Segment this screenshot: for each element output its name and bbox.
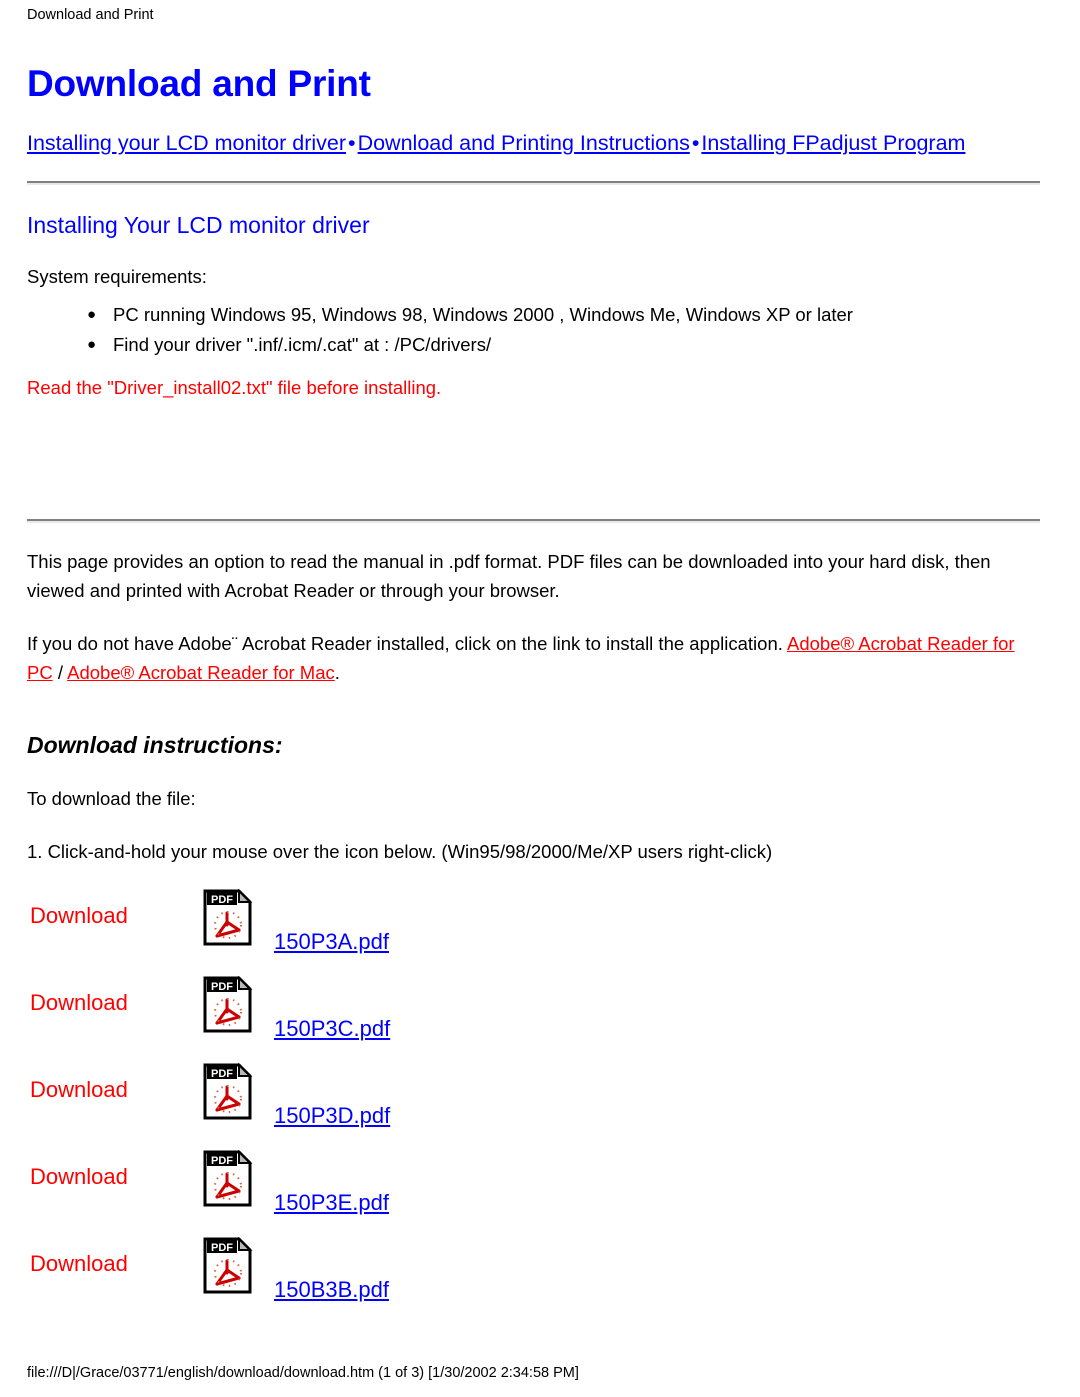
list-item: Find your driver ".inf/.icm/.cat" at : /…: [87, 330, 1042, 360]
nav-link-installing-driver[interactable]: Installing your LCD monitor driver: [27, 131, 346, 155]
nav-link-download-printing-instructions[interactable]: Download and Printing Instructions: [358, 131, 690, 155]
driver-install-warning: Read the "Driver_install02.txt" file bef…: [27, 377, 442, 398]
pdf-file-icon[interactable]: PDF: [203, 1149, 253, 1208]
acrobat-text-lead: If you do not have Adobe¨ Acrobat Reader…: [27, 633, 787, 654]
svg-text:PDF: PDF: [211, 1068, 233, 1080]
status-bar-path: file:///D|/Grace/03771/english/download/…: [27, 1365, 579, 1381]
download-row: Download PDF 150P3E.pdf: [27, 1149, 1042, 1237]
download-label: Download: [30, 903, 128, 928]
pdf-file-icon[interactable]: PDF: [203, 1236, 253, 1295]
download-file-link[interactable]: 150P3E.pdf: [274, 1190, 389, 1215]
download-row: Download PDF 150P3D.pdf: [27, 1062, 1042, 1150]
pdf-intro-paragraph: This page provides an option to read the…: [27, 551, 991, 601]
adobe-acrobat-reader-mac-link[interactable]: Adobe® Acrobat Reader for Mac: [67, 662, 335, 683]
divider-middle: [27, 519, 1040, 523]
download-file-link[interactable]: 150P3D.pdf: [274, 1103, 390, 1128]
download-label: Download: [30, 1164, 128, 1189]
svg-text:PDF: PDF: [211, 1155, 233, 1167]
download-row: Download PDF 150P3A.pdf: [27, 888, 1042, 976]
download-instructions-heading: Download instructions:: [27, 732, 283, 758]
running-head: Download and Print: [27, 7, 154, 23]
pdf-file-icon[interactable]: PDF: [203, 888, 253, 947]
vertical-spacer: [27, 401, 1042, 497]
svg-text:PDF: PDF: [211, 1242, 233, 1254]
acrobat-reader-paragraph: If you do not have Adobe¨ Acrobat Reader…: [27, 629, 1042, 687]
svg-text:PDF: PDF: [211, 894, 233, 906]
list-item: PC running Windows 95, Windows 98, Windo…: [87, 300, 1042, 330]
download-list: Download PDF 150P3A.pdf Download PDF 150…: [27, 888, 1042, 1324]
acrobat-text-period: .: [334, 662, 340, 683]
document-content: Download and Print Installing your LCD m…: [27, 62, 1042, 1324]
download-label: Download: [30, 1077, 128, 1102]
download-file-link[interactable]: 150P3C.pdf: [274, 1016, 390, 1041]
acrobat-text-slash: /: [52, 662, 68, 683]
pdf-file-icon[interactable]: PDF: [203, 1062, 253, 1121]
system-requirements-list: PC running Windows 95, Windows 98, Windo…: [27, 300, 1042, 360]
download-file-link[interactable]: 150B3B.pdf: [274, 1277, 389, 1302]
section-heading-installing-driver: Installing Your LCD monitor driver: [27, 212, 370, 238]
download-file-link[interactable]: 150P3A.pdf: [274, 929, 389, 954]
download-file-link-wrap: 150P3E.pdf: [274, 1190, 389, 1216]
nav-separator-2: •: [691, 131, 700, 155]
download-row: Download PDF 150P3C.pdf: [27, 975, 1042, 1063]
pdf-file-icon[interactable]: PDF: [203, 975, 253, 1034]
download-file-link-wrap: 150P3A.pdf: [274, 929, 389, 955]
nav-separator-1: •: [348, 131, 356, 155]
divider-top: [27, 181, 1040, 185]
download-file-link-wrap: 150B3B.pdf: [274, 1277, 389, 1303]
to-download-label: To download the file:: [27, 788, 196, 809]
breadcrumb-nav: Installing your LCD monitor driver•Downl…: [27, 128, 1042, 159]
download-label: Download: [30, 1251, 128, 1276]
svg-text:PDF: PDF: [211, 981, 233, 993]
download-row: Download PDF 150B3B.pdf: [27, 1236, 1042, 1324]
system-requirements-label: System requirements:: [27, 266, 207, 287]
download-label: Download: [30, 990, 128, 1015]
download-step-1: 1. Click-and-hold your mouse over the ic…: [27, 841, 773, 862]
page-title: Download and Print: [27, 63, 371, 104]
nav-link-installing-fpadjust[interactable]: Installing FPadjust Program: [701, 131, 965, 155]
download-file-link-wrap: 150P3C.pdf: [274, 1016, 390, 1042]
download-file-link-wrap: 150P3D.pdf: [274, 1103, 390, 1129]
